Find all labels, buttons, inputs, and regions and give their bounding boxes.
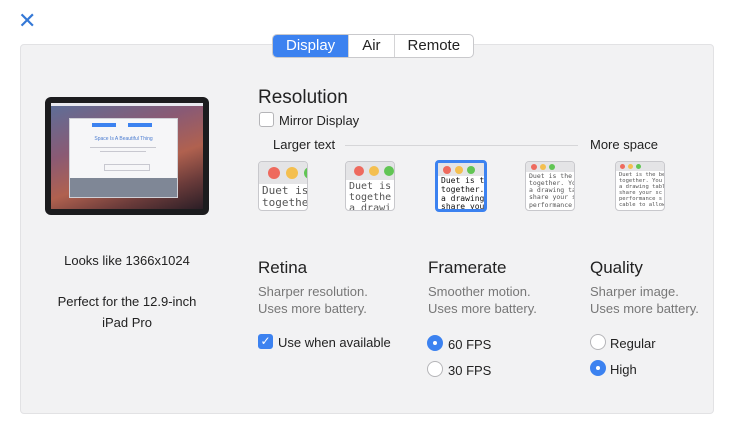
fps-30-radio[interactable] — [427, 361, 443, 377]
framerate-desc-line1: Smoother motion. — [428, 284, 531, 299]
tab-bar: Display Air Remote — [272, 34, 475, 58]
menu-bar — [51, 103, 203, 106]
preview-buttons — [104, 164, 150, 171]
thumb-text: Duet is togethe a drawi — [349, 181, 392, 211]
resolution-option-1[interactable]: Duet is togethe — [258, 161, 308, 211]
retina-desc-line2: Uses more battery. — [258, 301, 367, 316]
resolution-option-4[interactable]: Duet is the together. You a drawing ta s… — [525, 161, 575, 211]
mirror-display-checkbox[interactable] — [259, 112, 274, 127]
use-when-available-checkbox[interactable]: ✓ — [258, 334, 273, 349]
thumb-text: Duet is togethe — [262, 185, 307, 210]
preview-thumbnails — [70, 178, 177, 197]
preview-window: Space Is A Beautiful Thing — [69, 118, 178, 198]
resolution-option-3-selected[interactable]: Duet is th together. a drawing share you… — [435, 160, 487, 212]
preview-line — [90, 147, 156, 148]
retina-desc-line1: Sharper resolution. — [258, 284, 368, 299]
quality-high-label: High — [610, 362, 637, 377]
perfect-for-line2: iPad Pro — [102, 315, 152, 330]
use-when-available-label: Use when available — [278, 335, 391, 350]
thumb-text: Duet is the together. You a drawing ta s… — [529, 173, 574, 209]
larger-text-label: Larger text — [273, 137, 336, 152]
resolution-option-2[interactable]: Duet is togethe a drawi — [345, 161, 395, 211]
ipad-screen: Space Is A Beautiful Thing — [51, 103, 203, 209]
scale-divider — [345, 145, 578, 146]
thumb-text: Duet is the be together. You a drawing t… — [619, 172, 664, 209]
mirror-display-label: Mirror Display — [279, 113, 360, 128]
preview-tab-left — [92, 123, 116, 127]
quality-desc-line1: Sharper image. — [590, 284, 679, 299]
fps-30-label: 30 FPS — [448, 363, 492, 378]
resolution-title: Resolution — [258, 87, 348, 108]
perfect-for-line1: Perfect for the 12.9-inch — [57, 294, 197, 309]
fps-60-radio[interactable] — [427, 335, 443, 351]
quality-regular-label: Regular — [610, 336, 656, 351]
thumb-text: Duet is th together. a drawing share you… — [441, 177, 484, 212]
quality-regular-radio[interactable] — [590, 334, 606, 350]
tab-remote[interactable]: Remote — [393, 35, 474, 57]
preview-line — [100, 151, 146, 152]
quality-high-radio[interactable] — [590, 360, 606, 376]
preview-tab-right — [128, 123, 152, 127]
retina-title: Retina — [258, 258, 308, 277]
tab-display[interactable]: Display — [273, 35, 349, 57]
close-icon[interactable]: ✕ — [18, 10, 40, 32]
looks-like-label: Looks like 1366x1024 — [64, 253, 190, 268]
tab-air[interactable]: Air — [348, 35, 393, 57]
resolution-option-5[interactable]: Duet is the be together. You a drawing t… — [615, 161, 665, 211]
fps-60-label: 60 FPS — [448, 337, 492, 352]
quality-title: Quality — [590, 258, 643, 277]
quality-desc-line2: Uses more battery. — [590, 301, 699, 316]
framerate-desc-line2: Uses more battery. — [428, 301, 537, 316]
preview-headline: Space Is A Beautiful Thing — [94, 136, 153, 142]
ipad-preview: Space Is A Beautiful Thing — [45, 97, 209, 215]
more-space-label: More space — [590, 137, 658, 152]
framerate-title: Framerate — [428, 258, 507, 277]
